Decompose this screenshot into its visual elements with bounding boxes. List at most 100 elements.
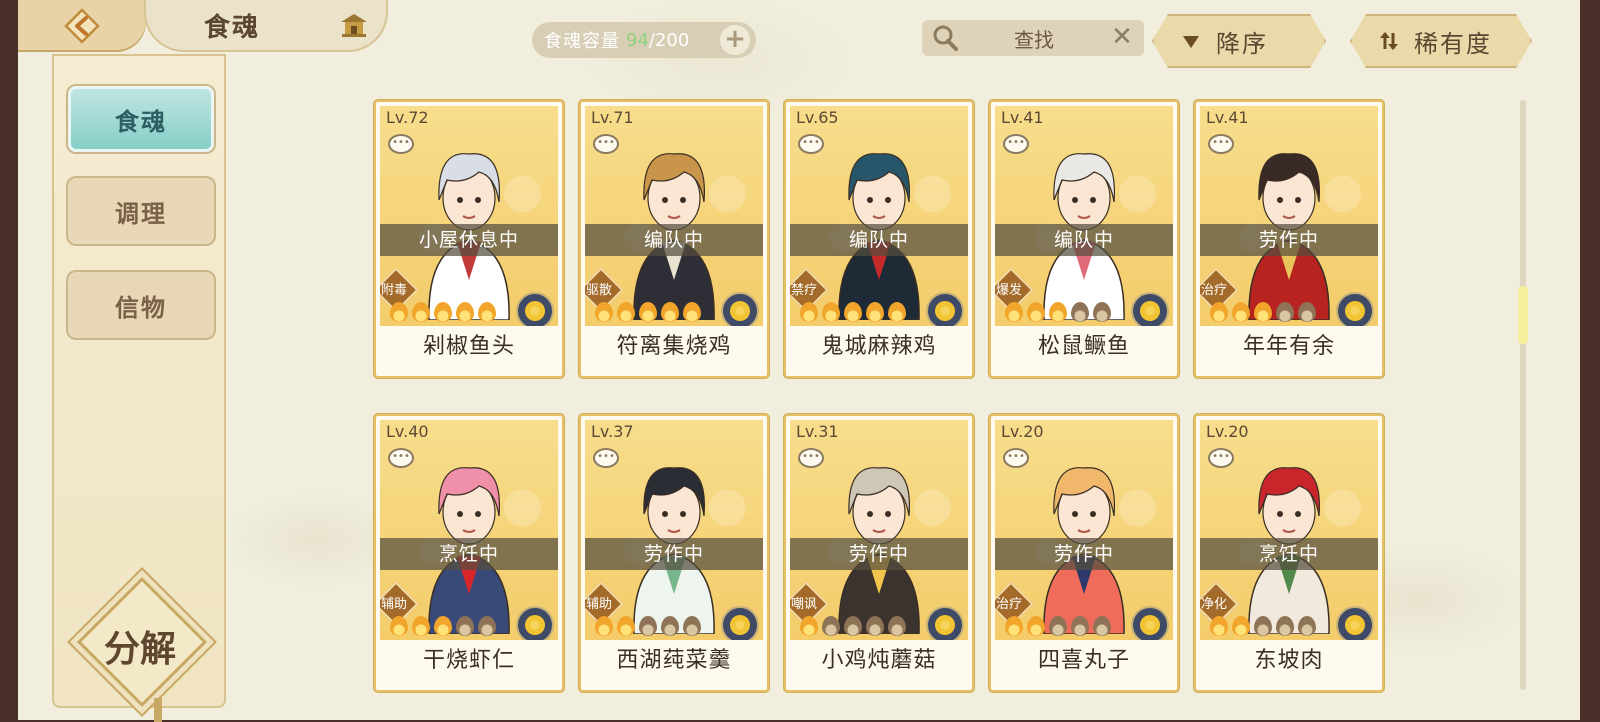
chat-bubble-icon[interactable]: ••• [388,448,414,468]
rarity-flame-icon [822,302,840,322]
rarity-flames [1210,616,1316,638]
house-icon[interactable] [340,12,368,38]
capacity-max: /200 [648,29,690,51]
rarity-flame-icon [456,302,474,322]
character-figure [1248,153,1330,320]
character-card[interactable]: Lv.41 ••• 编队中 爆发 松鼠鳜鱼 [989,100,1179,378]
rarity-flames [595,616,701,638]
rarity-flame-icon [661,616,679,636]
rarity-flame-icon [1276,302,1294,322]
level-label: Lv.65 [796,108,839,127]
rarity-flame-icon [456,616,474,636]
chat-bubble-icon[interactable]: ••• [1003,448,1029,468]
character-portrait: Lv.41 ••• 编队中 爆发 [995,106,1173,326]
capacity-current: 94 [626,29,649,51]
flower-emblem-icon [926,606,964,640]
character-figure [633,153,715,320]
role-label: 治疗 [995,597,1022,612]
page-title-tab: 食魂 [144,0,388,52]
rarity-flame-icon [595,302,613,322]
chat-bubble-icon[interactable]: ••• [1208,134,1234,154]
clear-search-button[interactable]: ✕ [1108,24,1136,52]
character-name: 符离集烧鸡 [616,334,732,359]
character-portrait: Lv.65 ••• 编队中 禁疗 [790,106,968,326]
flower-emblem-icon [721,606,759,640]
rarity-flames [1005,616,1111,638]
chat-bubble-icon[interactable]: ••• [798,134,824,154]
flower-emblem-icon [926,292,964,326]
sort-toggle-icon [1378,30,1400,52]
character-name: 西湖莼菜羹 [616,648,732,673]
character-card[interactable]: Lv.20 ••• 劳作中 治疗 四喜丸子 [989,414,1179,692]
rarity-flame-icon [434,302,452,322]
character-figure [838,467,920,634]
rarity-flame-icon [822,616,840,636]
rarity-flame-icon [866,302,884,322]
sort-order-label: 降序 [1216,29,1268,58]
rarity-flame-icon [1049,616,1067,636]
status-banner: 劳作中 [790,538,968,570]
rarity-flame-icon [412,302,430,322]
page-title: 食魂 [204,12,261,43]
flower-emblem-icon [721,292,759,326]
rarity-flame-icon [617,302,635,322]
chat-bubble-icon[interactable]: ••• [798,448,824,468]
rarity-flame-icon [639,616,657,636]
character-card[interactable]: Lv.72 ••• 小屋休息中 附毒 剁椒鱼头 [374,100,564,378]
rarity-flame-icon [888,302,906,322]
character-card[interactable]: Lv.20 ••• 烹饪中 净化 东坡肉 [1194,414,1384,692]
sidebar-item-xinwu[interactable]: 信物 [68,272,214,338]
character-figure [633,467,715,634]
chat-bubble-icon[interactable]: ••• [388,134,414,154]
chat-bubble-icon[interactable]: ••• [1208,448,1234,468]
rarity-flame-icon [1005,616,1023,636]
character-card[interactable]: Lv.71 ••• 编队中 驱散 符离集烧鸡 [579,100,769,378]
role-label: 附毒 [380,283,407,298]
level-label: Lv.31 [796,422,839,441]
rarity-flame-icon [639,302,657,322]
scrollbar[interactable] [1518,100,1528,690]
rarity-flame-icon [800,302,818,322]
level-label: Lv.41 [1001,108,1044,127]
character-card[interactable]: Lv.41 ••• 劳作中 治疗年年有余 [1194,100,1384,378]
search-box[interactable]: 查找 ✕ [922,20,1144,56]
rarity-flame-icon [478,616,496,636]
rarity-flame-icon [1298,616,1316,636]
rarity-flame-icon [661,302,679,322]
character-name: 剁椒鱼头 [422,334,515,359]
character-card[interactable]: Lv.40 ••• 烹饪中 辅助 干烧虾仁 [374,414,564,692]
role-label: 辅助 [380,597,407,612]
rarity-flame-icon [844,302,862,322]
chat-bubble-icon[interactable]: ••• [593,448,619,468]
character-figure [1043,467,1125,634]
rarity-flame-icon [866,616,884,636]
rarity-flame-icon [1071,616,1089,636]
chat-bubble-icon[interactable]: ••• [1003,134,1029,154]
sidebar-item-shihun[interactable]: 食魂 [68,86,214,152]
status-banner: 编队中 [585,224,763,256]
scrollbar-thumb[interactable] [1518,286,1528,344]
sort-order-button[interactable]: 降序 [1152,14,1326,68]
role-label: 治疗 [1200,283,1227,298]
character-card[interactable]: Lv.65 ••• 编队中 禁疗 鬼城麻辣鸡 [784,100,974,378]
character-name: 鬼城麻辣鸡 [821,334,937,359]
character-figure [838,153,920,320]
character-name: 年年有余 [1242,334,1335,359]
rarity-flame-icon [1232,302,1250,322]
capacity-counter: 食魂容量 94 /200 + [532,22,756,58]
character-portrait: Lv.41 ••• 劳作中 治疗 [1200,106,1378,326]
status-banner: 劳作中 [995,538,1173,570]
rarity-flame-icon [1049,302,1067,322]
character-card[interactable]: Lv.37 ••• 劳作中 辅助 西湖莼菜羹 [579,414,769,692]
add-capacity-button[interactable]: + [720,25,750,55]
rarity-flame-icon [1093,302,1111,322]
character-card[interactable]: Lv.31 ••• 劳作中 嘲讽 小鸡炖蘑菇 [784,414,974,692]
status-banner: 编队中 [790,224,968,256]
decompose-button[interactable]: 分解 [76,576,208,722]
back-button[interactable] [18,0,146,52]
back-arrow-icon [64,8,100,44]
sort-filter-button[interactable]: 稀有度 [1350,14,1532,68]
chat-bubble-icon[interactable]: ••• [593,134,619,154]
sidebar-item-tiaoli[interactable]: 调理 [68,178,214,244]
rarity-flame-icon [1254,616,1272,636]
